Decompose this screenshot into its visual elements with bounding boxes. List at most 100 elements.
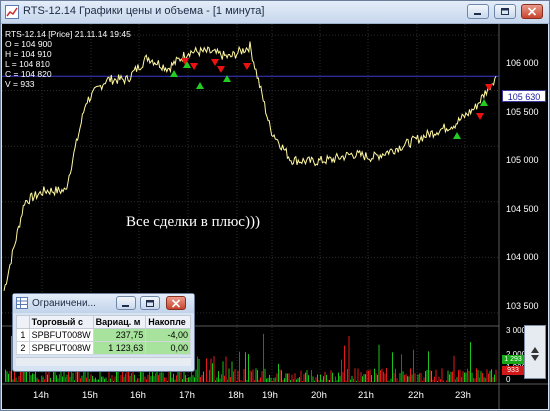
column-header[interactable]: Торговый с	[28, 315, 94, 329]
volume-bar	[473, 377, 474, 382]
volume-bar	[90, 373, 92, 382]
volume-bar	[230, 377, 231, 382]
title-bar[interactable]: RTS-12.14 Графики цены и объема - [1 мин…	[1, 1, 549, 24]
volume-bar	[63, 371, 65, 382]
volume-bar	[455, 379, 456, 382]
volume-bar	[95, 377, 96, 382]
volume-bar	[410, 368, 411, 382]
time-tick-label: 22h	[408, 390, 424, 401]
volume-bar	[234, 369, 236, 382]
volume-bar	[206, 358, 207, 382]
volume-bar	[105, 377, 107, 382]
volume-bar	[83, 370, 84, 382]
volume-bar	[314, 380, 315, 382]
volume-bar	[495, 369, 497, 382]
minimize-button[interactable]	[467, 4, 489, 19]
volume-bar	[128, 372, 129, 382]
column-header[interactable]: Накопле	[145, 315, 191, 329]
volume-bar	[264, 368, 266, 382]
volume-bar	[189, 376, 191, 382]
volume-bar	[207, 380, 209, 382]
limits-horizontal-scrollbar[interactable]	[16, 357, 191, 366]
limits-table[interactable]: Торговый с Вариац. м Накопле 1 SPBFUT008…	[16, 315, 191, 355]
restore-button[interactable]	[494, 4, 516, 19]
limits-minimize-button[interactable]	[116, 296, 136, 310]
volume-bar	[449, 374, 450, 382]
volume-bar	[392, 352, 393, 382]
volume-bar	[491, 369, 492, 382]
volume-bar	[401, 354, 402, 382]
sell-marker-icon	[485, 84, 493, 91]
table-icon	[16, 297, 28, 309]
volume-bar	[6, 371, 8, 382]
volume-bar	[284, 378, 285, 382]
price-tick-label: 106 000	[506, 58, 539, 68]
volume-bar	[111, 375, 113, 382]
legend-open: O = 104 900	[5, 39, 53, 49]
restore-icon	[146, 300, 154, 307]
volume-bar	[89, 379, 90, 382]
volume-bar	[333, 381, 335, 382]
account-cell: SPBFUT008W	[28, 328, 94, 342]
table-row[interactable]: 1 SPBFUT008W 237,75 -4,00	[16, 328, 191, 342]
volume-bar	[425, 371, 426, 382]
limits-close-button[interactable]	[166, 296, 186, 310]
volume-bar	[143, 372, 144, 382]
volume-badge-current: 933	[502, 366, 524, 375]
volume-bar	[348, 335, 350, 382]
volume-bar	[236, 380, 237, 382]
volume-bar	[413, 349, 414, 382]
limits-table-header: Торговый с Вариац. м Накопле	[16, 315, 191, 329]
limits-restore-button[interactable]	[140, 296, 160, 310]
volume-bar	[407, 376, 408, 382]
volume-bar	[222, 361, 224, 382]
chart-scroll-control[interactable]	[524, 325, 546, 379]
volume-bar	[113, 381, 114, 382]
limits-title-bar[interactable]: Ограничени...	[13, 294, 194, 313]
volume-bar	[99, 371, 101, 382]
volume-bar	[240, 380, 242, 382]
volume-bar	[362, 376, 363, 382]
volume-bar	[368, 370, 369, 382]
volume-bar	[291, 374, 293, 382]
volume-bar	[393, 372, 395, 382]
volume-bar	[431, 371, 432, 382]
volume-bar	[171, 377, 173, 382]
volume-bar	[350, 379, 351, 382]
volume-bar	[249, 370, 251, 382]
volume-bar	[176, 375, 177, 382]
volume-bar	[186, 377, 188, 382]
volume-bar	[167, 381, 168, 382]
volume-bar	[437, 381, 438, 382]
table-row[interactable]: 2 SPBFUT008W 1 123,63 0,00	[16, 341, 191, 355]
volume-bar	[261, 371, 263, 382]
volume-bar	[354, 368, 356, 382]
volume-bar	[344, 345, 345, 382]
volume-bar	[387, 380, 389, 382]
close-button[interactable]	[521, 4, 543, 19]
volume-bar	[135, 379, 137, 382]
limits-window[interactable]: Ограничени... Торговый с Вариац. м Накоп…	[12, 293, 195, 372]
volume-bar	[356, 380, 357, 382]
time-tick-label: 15h	[82, 390, 98, 401]
volume-bar	[74, 380, 75, 382]
volume-bar	[428, 351, 429, 382]
volume-bar	[92, 375, 93, 382]
volume-bar	[42, 376, 44, 382]
volume-bar	[138, 378, 140, 382]
volume-bar	[480, 371, 482, 382]
volume-bar	[39, 381, 41, 382]
volume-bar	[468, 371, 470, 382]
volume-bar	[68, 371, 69, 382]
volume-bar	[297, 378, 299, 382]
volume-bar	[81, 375, 83, 382]
close-icon	[171, 299, 181, 308]
sell-marker-icon	[190, 63, 198, 70]
volume-bar	[302, 381, 303, 382]
column-header[interactable]: Вариац. м	[92, 315, 147, 329]
volume-bar	[411, 374, 413, 382]
column-header[interactable]	[16, 315, 30, 329]
volume-bar	[188, 377, 189, 382]
sell-marker-icon	[217, 66, 225, 73]
volume-bar	[381, 368, 383, 382]
